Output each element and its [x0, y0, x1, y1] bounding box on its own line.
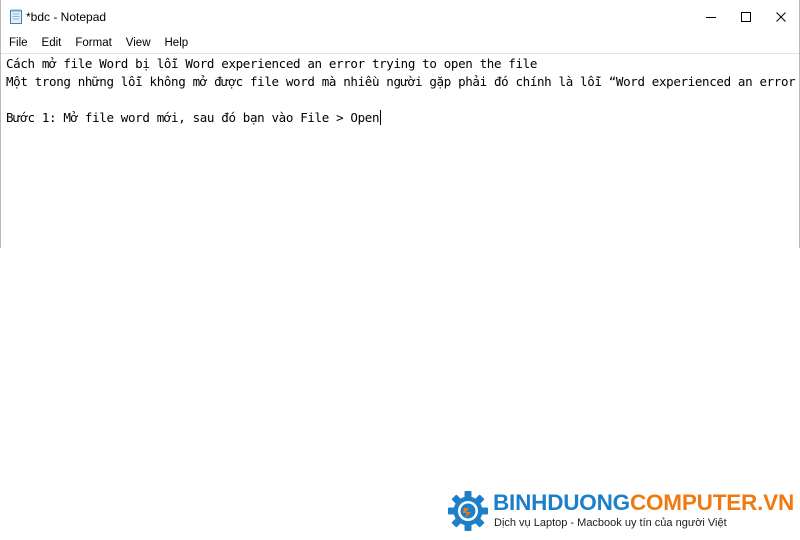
brand-name-part1: BINHDUONG — [493, 490, 630, 515]
menu-edit[interactable]: Edit — [35, 37, 69, 49]
close-button[interactable] — [764, 0, 798, 33]
text-editor[interactable]: Cách mở file Word bị lỗi Word experience… — [1, 53, 799, 248]
title-bar[interactable]: *bdc - Notepad — [1, 0, 799, 33]
editor-line-4-wrap: Bước 1: Mở file word mới, sau đó bạn vào… — [6, 109, 382, 126]
menu-format[interactable]: Format — [68, 37, 118, 49]
watermark-logo: BINHDUONGCOMPUTER.VN Dịch vụ Laptop - Ma… — [447, 488, 797, 536]
menu-help[interactable]: Help — [158, 37, 196, 49]
text-caret — [380, 110, 382, 125]
editor-line-2: Một trong những lỗi không mở được file w… — [6, 74, 796, 89]
notepad-icon — [10, 9, 22, 24]
editor-line-4: Bước 1: Mở file word mới, sau đó bạn vào… — [6, 110, 380, 125]
brand-name-part2: COMPUTER.VN — [629, 490, 795, 515]
window-title: *bdc - Notepad — [26, 10, 107, 24]
gear-icon — [448, 491, 488, 531]
brand-name: BINHDUONGCOMPUTER.VN — [493, 490, 794, 516]
maximize-button[interactable] — [729, 0, 763, 33]
maximize-icon — [741, 11, 751, 22]
minimize-button[interactable] — [694, 0, 728, 33]
minimize-icon — [706, 16, 716, 18]
brand-tagline: Dịch vụ Laptop - Macbook uy tín của ngườ… — [494, 517, 727, 529]
editor-line-1: Cách mở file Word bị lỗi Word experience… — [6, 56, 537, 71]
menu-bar: File Edit Format View Help — [1, 33, 799, 53]
notepad-window: *bdc - Notepad File Edit Format View Hel… — [0, 0, 800, 248]
menu-file[interactable]: File — [1, 37, 35, 49]
menu-view[interactable]: View — [119, 37, 158, 49]
close-icon — [776, 11, 786, 22]
